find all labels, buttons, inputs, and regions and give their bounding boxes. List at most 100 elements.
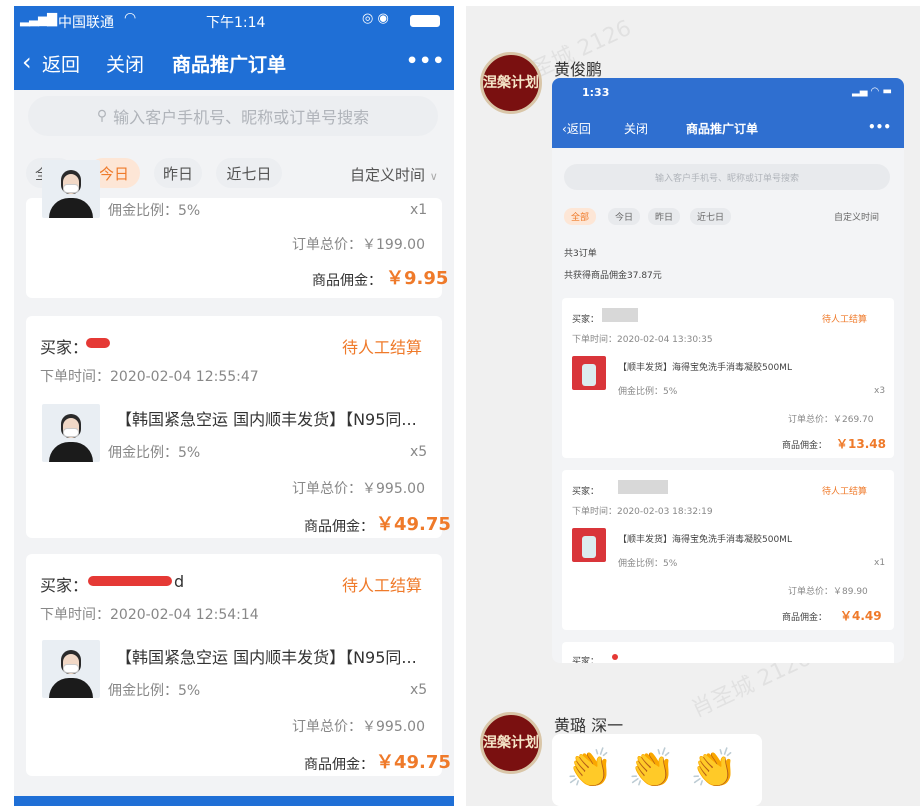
nav-bar: ‹ 返回 关闭 商品推广订单 ••• — [14, 36, 454, 90]
shot-qty: x3 — [874, 386, 886, 396]
product-image — [42, 640, 100, 698]
shot-search: 输入客户手机号、昵称或订单号搜索 — [564, 164, 890, 190]
search-input[interactable]: ⚲ 输入客户手机号、昵称或订单号搜索 — [28, 96, 438, 136]
shot-product: 【顺丰发货】海得宝免洗手消毒凝胶500ML — [618, 535, 792, 545]
product-title: 【韩国紧急空运 国内顺丰发货】【N95同... — [116, 410, 417, 429]
shot-order-count: 共3订单 — [564, 249, 597, 259]
shot-redacted-name — [602, 308, 638, 322]
message-bubble[interactable]: 👏 👏 👏 — [552, 734, 762, 806]
order-status: 待人工结算 — [342, 576, 423, 595]
chat-panel: 肖圣城 2126 肖圣城 2126 涅槃计划 黄俊鹏 1:33 ▂▄ ◠ ▬ ‹… — [466, 6, 920, 806]
custom-time-filter[interactable]: 自定义时间 ∨ — [350, 164, 438, 185]
shot-buyer: 买家： — [572, 315, 600, 325]
shot-product-image — [572, 528, 606, 562]
commission-label: 商品佣金： — [304, 757, 374, 773]
shot-buyer: 买家： — [572, 487, 600, 497]
order-status: 待人工结算 — [342, 338, 423, 357]
shot-buyer: 买家： — [572, 657, 600, 663]
shot-filter-all: 全部 — [564, 208, 597, 225]
quantity: x5 — [410, 444, 428, 460]
shot-close-button: 关闭 — [624, 122, 649, 136]
shot-product: 【顺丰发货】海得宝免洗手消毒凝胶500ML — [618, 363, 792, 373]
sender-name: 黄俊鹏 — [554, 60, 603, 79]
shot-rate: 佣金比例：5% — [618, 559, 678, 569]
shot-qty: x1 — [874, 558, 886, 568]
clapping-hands-icon: 👏 — [628, 746, 676, 790]
commission-rate: 佣金比例：5% — [108, 683, 201, 699]
shot-total: 订单总价：￥269.70 — [788, 415, 874, 425]
shot-commission-label: 商品佣金： — [782, 613, 828, 623]
quantity: x5 — [410, 682, 428, 698]
battery-icon — [410, 15, 440, 27]
shot-commission-value: ￥4.49 — [840, 609, 882, 623]
carrier-label: 中国联通 — [58, 15, 114, 31]
shot-status: 待人工结算 — [822, 487, 868, 497]
redacted-buyer-name — [86, 338, 110, 348]
clock: 下午1:14 — [206, 15, 266, 31]
clapping-hands-icon: 👏 — [566, 746, 614, 790]
order-total: 订单总价：￥199.00 — [292, 237, 425, 253]
order-card[interactable]: 买家： 待人工结算 下单时间：2020-02-04 12:55:47 【韩国紧急… — [26, 316, 451, 538]
shot-redact-mark — [612, 654, 618, 660]
shot-title: 商品推广订单 — [686, 122, 759, 136]
order-total: 订单总价：￥995.00 — [292, 481, 425, 497]
shot-commission-value: ￥13.48 — [836, 437, 886, 451]
shot-filter-yesterday: 昨日 — [648, 208, 681, 225]
buyer-label: 买家： — [40, 338, 89, 357]
product-image — [42, 404, 100, 462]
shot-time: 下单时间：2020-02-04 13:30:35 — [572, 335, 713, 345]
close-button[interactable]: 关闭 — [106, 50, 144, 77]
shot-back-button: ‹返回 — [562, 122, 591, 136]
product-image — [42, 160, 100, 218]
search-placeholder: 输入客户手机号、昵称或订单号搜索 — [113, 108, 370, 127]
order-time: 下单时间：2020-02-04 12:54:14 — [40, 607, 259, 623]
quantity: x1 — [410, 202, 428, 218]
alarm-icon: ◎ ◉ — [362, 11, 389, 26]
chevron-down-icon: ∨ — [429, 170, 438, 183]
sender-avatar[interactable]: 涅槃计划 — [480, 712, 542, 774]
shot-filter-today: 今日 — [608, 208, 641, 225]
shot-header: 1:33 ▂▄ ◠ ▬ ‹返回 关闭 商品推广订单 ••• — [552, 78, 904, 148]
shared-screenshot-image[interactable]: 1:33 ▂▄ ◠ ▬ ‹返回 关闭 商品推广订单 ••• 输入客户手机号、昵称… — [552, 78, 904, 663]
shot-time: 下单时间：2020-02-03 18:32:19 — [572, 507, 713, 517]
shot-order-card: 买家： 待人工结算 下单时间：2020-02-04 13:30:35 【顺丰发货… — [562, 298, 894, 458]
shot-redacted-name — [618, 480, 668, 494]
commission-value: ￥49.75 — [376, 752, 451, 773]
shot-commission-label: 商品佣金： — [782, 441, 828, 451]
buyer-name-tail: d — [174, 572, 185, 591]
shot-custom-time: 自定义时间 — [834, 213, 880, 223]
order-time: 下单时间：2020-02-04 12:55:47 — [40, 369, 259, 385]
buyer-label: 买家： — [40, 576, 89, 595]
shot-status: 待人工结算 — [822, 315, 868, 325]
shot-rate: 佣金比例：5% — [618, 387, 678, 397]
commission-rate: 佣金比例：5% — [108, 445, 201, 461]
clapping-hands-icon: 👏 — [690, 746, 738, 790]
sender-name: 黄璐 深一 — [554, 716, 624, 735]
filter-yesterday[interactable]: 昨日 — [154, 158, 202, 188]
order-total: 订单总价：￥995.00 — [292, 719, 425, 735]
shot-filter-week: 近七日 — [690, 208, 732, 225]
more-menu-button[interactable]: ••• — [406, 50, 445, 72]
order-card-partial[interactable]: 佣金比例：5% x1 订单总价：￥199.00 商品佣金： ￥9.95 — [26, 160, 448, 298]
order-card[interactable]: 买家： d 待人工结算 下单时间：2020-02-04 12:54:14 【韩国… — [26, 554, 451, 776]
filter-last-7-days[interactable]: 近七日 — [216, 158, 282, 188]
sender-avatar[interactable]: 涅槃计划 — [480, 52, 542, 114]
back-chevron-icon[interactable]: ‹ — [22, 48, 32, 76]
status-bar: ▂▃▅▇ 中国联通 ◠ 下午1:14 ◎ ◉ — [14, 6, 454, 36]
redacted-buyer-name — [88, 576, 172, 586]
shot-commission-summary: 共获得商品佣金37.87元 — [564, 271, 662, 281]
shot-more: ••• — [868, 120, 892, 134]
back-button[interactable]: 返回 — [42, 50, 80, 77]
search-icon: ⚲ — [96, 108, 108, 124]
shot-order-card-partial: 买家： — [562, 642, 894, 663]
shot-status-icons: ▂▄ ◠ ▬ — [852, 86, 892, 97]
signal-icon: ▂▃▅▇ — [20, 12, 57, 27]
shot-order-card: 买家： 待人工结算 下单时间：2020-02-03 18:32:19 【顺丰发货… — [562, 470, 894, 630]
product-title: 【韩国紧急空运 国内顺丰发货】【N95同... — [116, 648, 417, 667]
shot-total: 订单总价：￥89.90 — [788, 587, 868, 597]
shot-clock: 1:33 — [582, 86, 610, 99]
bottom-bar — [14, 796, 454, 806]
commission-label: 商品佣金： — [312, 273, 382, 289]
commission-rate: 佣金比例：5% — [108, 203, 201, 219]
shot-product-image — [572, 356, 606, 390]
